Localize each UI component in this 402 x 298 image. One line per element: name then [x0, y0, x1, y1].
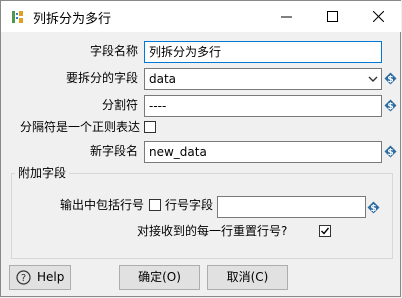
- regex-checkbox[interactable]: [144, 121, 156, 133]
- close-icon: [372, 11, 384, 22]
- new-field-input[interactable]: new_data: [144, 141, 382, 163]
- help-button[interactable]: ? Help: [9, 265, 71, 290]
- split-field-select[interactable]: data: [144, 68, 382, 90]
- ok-button[interactable]: 确定(O): [119, 265, 200, 290]
- svg-text:$: $: [387, 102, 393, 112]
- reset-rownum-label: 对接收到的每一行重置行号?: [137, 224, 288, 238]
- help-label: Help: [37, 270, 65, 284]
- extra-fields-title: 附加字段: [15, 166, 70, 180]
- help-icon: ?: [16, 270, 31, 285]
- include-rownum-label: 输出中包括行号: [60, 198, 145, 212]
- close-button[interactable]: [355, 1, 401, 32]
- regex-label: 分隔符是一个正则表达: [20, 120, 141, 134]
- rownum-field-label: 行号字段: [165, 198, 214, 212]
- window-title: 列拆分为多行: [33, 12, 112, 27]
- variable-icon[interactable]: $: [367, 201, 380, 214]
- include-rownum-checkbox[interactable]: [149, 199, 161, 211]
- chevron-down-icon: [368, 76, 378, 82]
- reset-rownum-checkbox[interactable]: [319, 225, 331, 237]
- field-name-input[interactable]: 列拆分为多行: [144, 41, 382, 63]
- svg-text:$: $: [387, 148, 393, 158]
- new-field-label: 新字段名: [90, 144, 139, 158]
- variable-icon[interactable]: $: [384, 99, 397, 112]
- svg-text:?: ?: [21, 273, 26, 284]
- checkmark-icon: [321, 227, 330, 235]
- dialog-window: 列拆分为多行 字段名称 列拆分为多行 要拆分的字段 data $ 分割符 ---…: [0, 0, 401, 297]
- cancel-button[interactable]: 取消(C): [207, 265, 288, 290]
- field-name-label: 字段名称: [90, 44, 139, 58]
- svg-text:$: $: [387, 75, 393, 85]
- maximize-icon: [326, 11, 338, 22]
- maximize-button[interactable]: [309, 1, 355, 32]
- split-field-value: data: [149, 72, 177, 86]
- minimize-icon: [280, 16, 292, 18]
- split-field-label: 要拆分的字段: [66, 71, 139, 85]
- separator-label: 分割符: [102, 98, 139, 112]
- rownum-field-input[interactable]: [217, 196, 366, 218]
- split-columns-icon: [12, 11, 23, 23]
- minimize-button[interactable]: [263, 1, 309, 32]
- variable-icon[interactable]: $: [384, 72, 397, 85]
- svg-text:$: $: [370, 204, 376, 214]
- variable-icon[interactable]: $: [384, 145, 397, 158]
- separator-input[interactable]: ----: [144, 95, 382, 117]
- title-bar[interactable]: 列拆分为多行: [1, 1, 401, 32]
